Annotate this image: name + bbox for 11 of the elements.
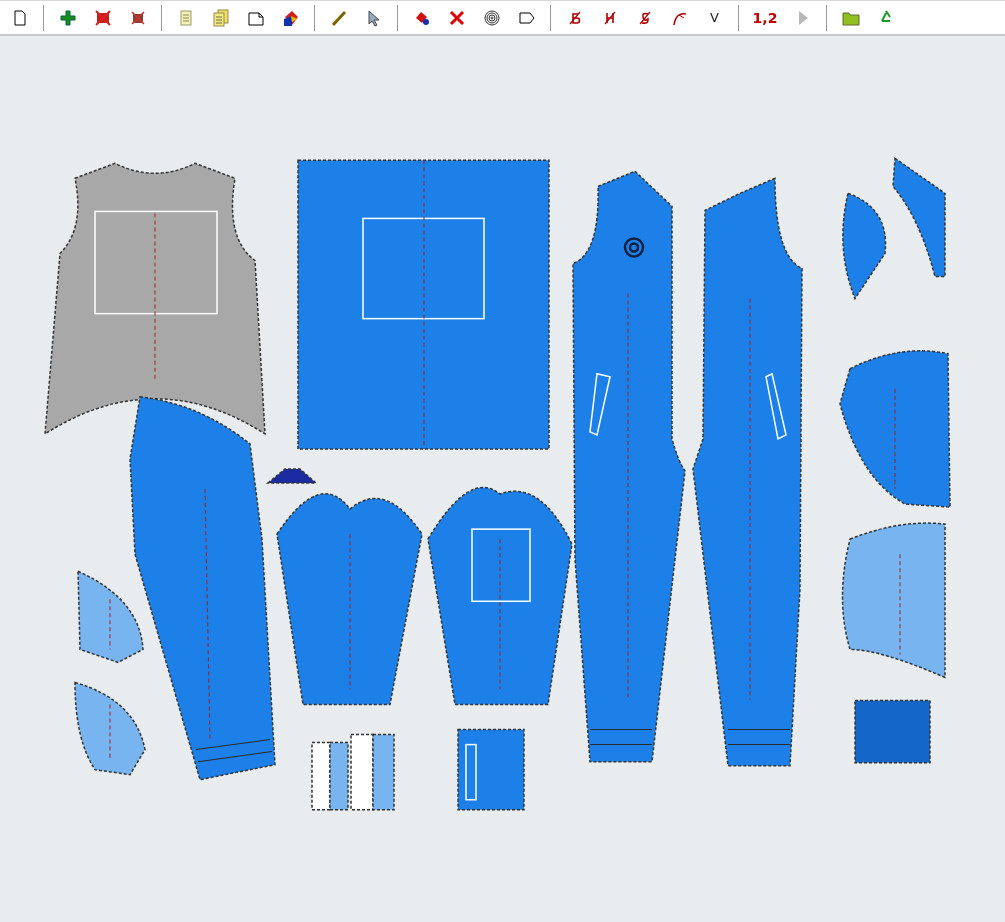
pencil-icon [329, 8, 348, 27]
letter-button[interactable]: V [699, 3, 730, 32]
color-shapes-icon [281, 8, 300, 27]
play-icon [796, 9, 809, 26]
add-icon [58, 8, 77, 27]
delete-shape-icon [93, 8, 112, 27]
documents-icon [211, 8, 230, 27]
target-icon [482, 8, 501, 27]
remove-shape-icon [128, 8, 147, 27]
scale-button[interactable]: 1,2 [747, 3, 783, 32]
close-icon [447, 8, 466, 27]
